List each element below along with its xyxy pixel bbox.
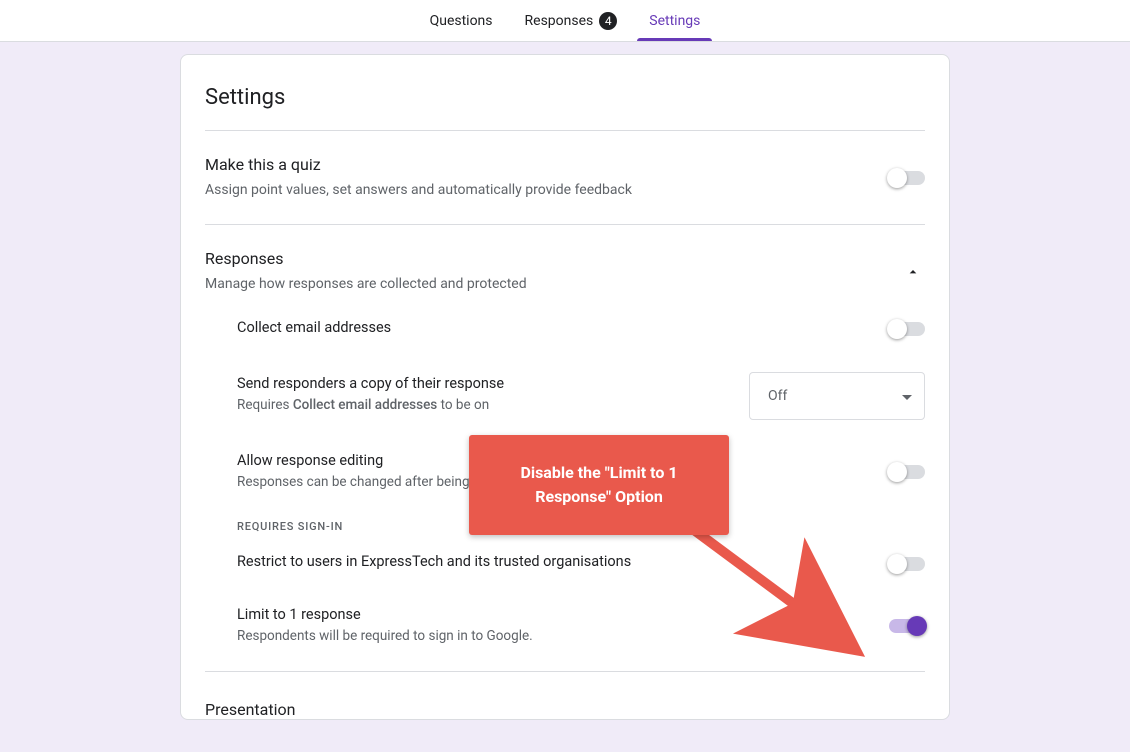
tab-settings[interactable]: Settings [633,0,716,41]
restrict-toggle[interactable] [889,557,925,571]
presentation-heading: Presentation [181,672,949,719]
dropdown-caret-icon [902,388,912,404]
send-copy-select[interactable]: Off [749,372,925,420]
limit-heading: Limit to 1 response [237,606,873,623]
quiz-desc: Assign point values, set answers and aut… [205,180,873,200]
collect-email-toggle[interactable] [889,322,925,336]
annotation-callout: Disable the "Limit to 1 Response" Option [469,435,729,535]
tab-settings-label: Settings [649,13,700,29]
collect-email-heading: Collect email addresses [237,319,873,336]
quiz-heading: Make this a quiz [205,155,873,174]
tab-responses[interactable]: Responses 4 [509,0,634,41]
responses-count-badge: 4 [599,12,617,30]
limit-desc: Respondents will be required to sign in … [237,627,873,647]
responses-heading: Responses [205,249,885,268]
restrict-heading: Restrict to users in ExpressTech and its… [237,553,873,570]
send-copy-desc: Requires Collect email addresses to be o… [237,396,733,416]
send-copy-value: Off [768,388,787,404]
panel-title: Settings [181,79,949,130]
tab-questions-label: Questions [430,13,493,29]
quiz-toggle[interactable] [889,171,925,185]
limit-toggle[interactable] [889,619,925,633]
responses-desc: Manage how responses are collected and p… [205,274,885,294]
tab-bar: Questions Responses 4 Settings [0,0,1130,42]
chevron-up-icon[interactable] [901,260,925,284]
tab-questions[interactable]: Questions [414,0,509,41]
settings-panel: Settings Make this a quiz Assign point v… [180,54,950,720]
send-copy-heading: Send responders a copy of their response [237,375,733,392]
tab-responses-label: Responses [525,13,594,29]
allow-edit-toggle[interactable] [889,465,925,479]
